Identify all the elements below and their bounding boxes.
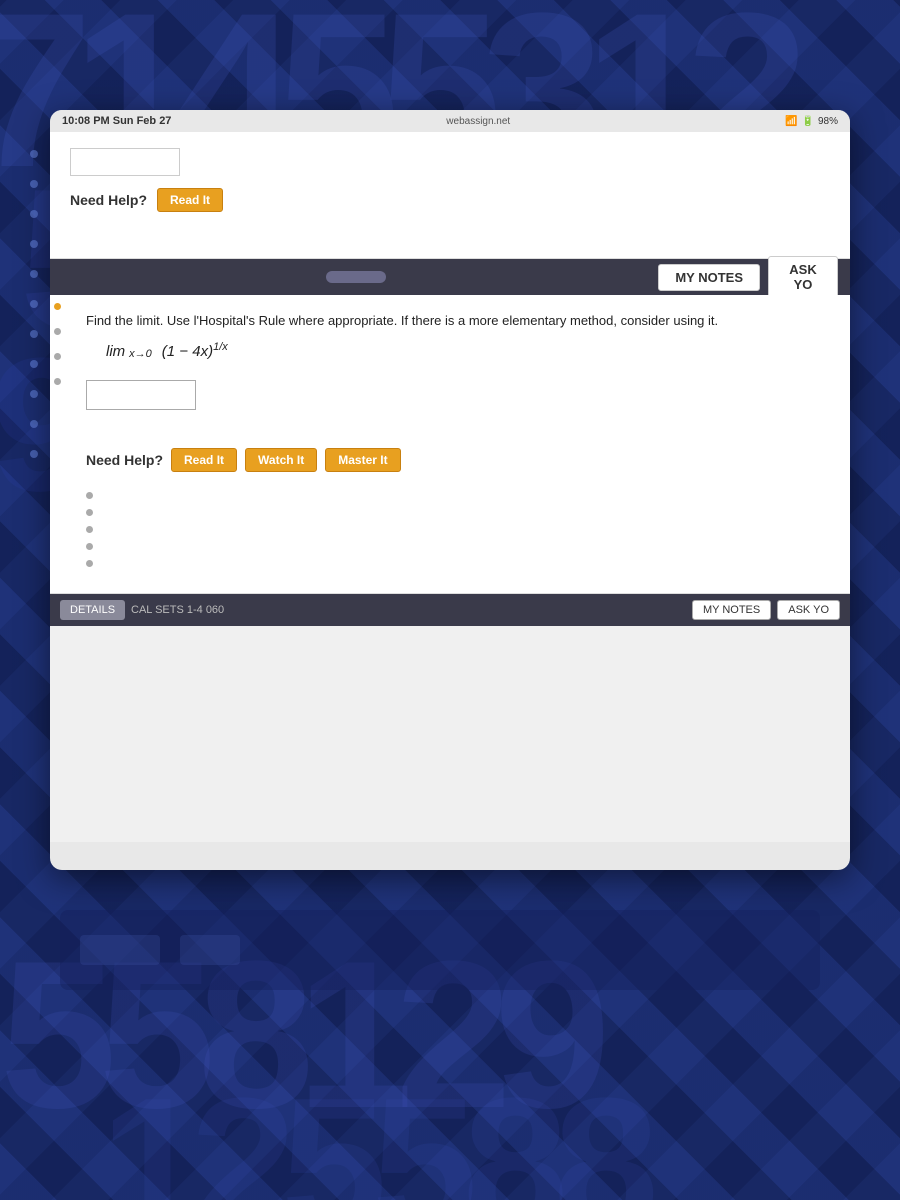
answer-input-main[interactable] — [86, 380, 196, 410]
scroll-area — [62, 271, 650, 283]
active-marker — [54, 303, 61, 310]
lower-reflection — [60, 910, 820, 990]
battery-icon: 🔋 — [802, 116, 814, 127]
ask-button-bottom[interactable]: ASK YO — [777, 600, 840, 620]
answer-input-top[interactable] — [70, 148, 180, 176]
lower-btn-2 — [180, 935, 240, 965]
status-indicators: 📶 🔋 98% — [785, 116, 838, 127]
problem-content: Find the limit. Use l'Hospital's Rule wh… — [70, 311, 830, 567]
wifi-icon: 📶 — [785, 116, 797, 127]
nav-dot — [30, 270, 38, 278]
problem-markers — [54, 303, 61, 385]
action-bar-bottom: DETAILS CAL SETS 1-4 060 MY NOTES ASK YO — [50, 594, 850, 626]
status-bar: 10:08 PM Sun Feb 27 webassign.net 📶 🔋 98… — [50, 110, 850, 132]
nav-dot — [30, 390, 38, 398]
need-help-label-main: Need Help? — [86, 452, 163, 468]
limit-subscript: x→0 — [129, 348, 152, 360]
spacer-2 — [86, 472, 830, 492]
nav-dot — [30, 420, 38, 428]
top-problem-section: Need Help? Read It — [50, 132, 850, 259]
tablet-frame: 10:08 PM Sun Feb 27 webassign.net 📶 🔋 98… — [50, 110, 850, 870]
nav-dot — [30, 360, 38, 368]
battery-percent: 98% — [818, 116, 838, 127]
my-notes-button-top[interactable]: MY NOTES — [658, 264, 760, 291]
content-area[interactable]: Need Help? Read It MY NOTES ASK YO — [50, 132, 850, 842]
spacer — [86, 430, 830, 436]
my-notes-button-bottom[interactable]: MY NOTES — [692, 600, 771, 620]
dot-marker — [86, 543, 93, 550]
dot-marker — [86, 509, 93, 516]
nav-dot — [30, 330, 38, 338]
nav-dot — [30, 300, 38, 308]
status-time: 10:08 PM Sun Feb 27 — [62, 115, 171, 127]
main-problem-section: Find the limit. Use l'Hospital's Rule wh… — [50, 295, 850, 594]
url-display: webassign.net — [446, 116, 510, 127]
nav-dot — [30, 210, 38, 218]
math-expression: lim x→0 (1 − 4x)1/x — [106, 341, 830, 360]
watch-it-button[interactable]: Watch It — [245, 448, 317, 472]
lower-btn-1 — [80, 935, 160, 965]
scroll-indicator — [326, 271, 386, 283]
nav-dot — [30, 150, 38, 158]
inactive-marker — [54, 378, 61, 385]
master-it-button[interactable]: Master It — [325, 448, 400, 472]
need-help-label-top: Need Help? — [70, 192, 147, 208]
ask-your-button-top[interactable]: ASK YO — [768, 256, 838, 298]
inactive-marker — [54, 328, 61, 335]
nav-dot — [30, 450, 38, 458]
dot-marker — [86, 526, 93, 533]
details-button[interactable]: DETAILS — [60, 600, 125, 620]
need-help-row-top: Need Help? Read It — [70, 188, 830, 212]
action-bar-top: MY NOTES ASK YO — [50, 259, 850, 295]
answer-area — [86, 370, 830, 420]
dot-marker — [86, 560, 93, 567]
read-it-button-main[interactable]: Read It — [171, 448, 237, 472]
problem-instruction: Find the limit. Use l'Hospital's Rule wh… — [86, 311, 830, 331]
read-it-button-top[interactable]: Read It — [157, 188, 223, 212]
limit-notation: lim x→0 (1 − 4x)1/x — [106, 341, 228, 360]
lim-word: lim — [106, 343, 125, 360]
side-navigation-dots — [30, 150, 38, 458]
limit-expression: (1 − 4x)1/x — [162, 341, 228, 360]
inactive-marker — [54, 353, 61, 360]
nav-dot — [30, 180, 38, 188]
need-help-row-main: Need Help? Read It Watch It Master It — [86, 448, 830, 472]
nav-dot — [30, 240, 38, 248]
dot-marker — [86, 492, 93, 499]
cal-sets-label: CAL SETS 1-4 060 — [131, 604, 224, 616]
